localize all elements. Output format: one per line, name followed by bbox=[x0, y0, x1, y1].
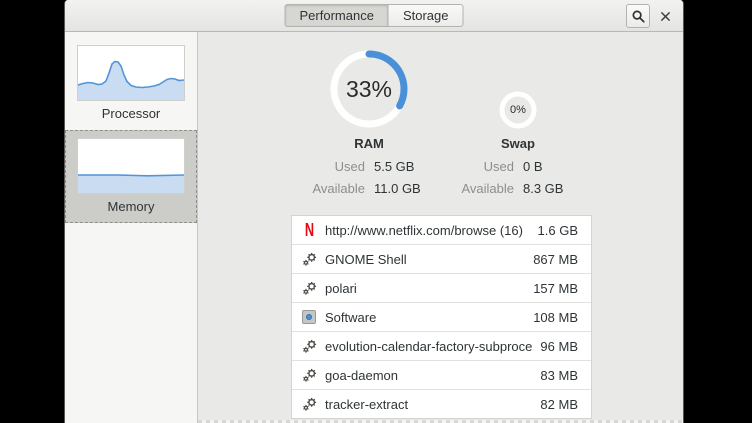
swap-available-label: Available bbox=[461, 178, 514, 200]
ram-available-value: 11.0 GB bbox=[374, 178, 421, 200]
swap-available-value: 8.3 GB bbox=[523, 178, 563, 200]
process-memory: 82 MB bbox=[540, 397, 578, 412]
ram-usage-dial: 33% bbox=[327, 47, 411, 131]
gear-icon bbox=[301, 367, 317, 383]
software-icon bbox=[301, 309, 317, 325]
sidebar-item-label: Memory bbox=[66, 199, 196, 214]
processor-graph-thumbnail bbox=[77, 45, 185, 101]
sidebar-item-memory[interactable]: Memory bbox=[65, 130, 197, 223]
process-name: Software bbox=[325, 310, 525, 325]
headerbar: Performance Storage bbox=[65, 0, 683, 32]
swap-used-value: 0 B bbox=[523, 156, 543, 178]
process-memory: 96 MB bbox=[540, 339, 578, 354]
netflix-icon: N bbox=[301, 222, 317, 238]
sidebar-item-label: Processor bbox=[66, 106, 196, 121]
swap-label: Swap bbox=[458, 136, 578, 151]
memory-performance-view: 33% 0% RAM Swap Used 5.5 GB Available 11… bbox=[198, 32, 683, 423]
swap-used-label: Used bbox=[484, 156, 514, 178]
gear-icon bbox=[301, 338, 317, 354]
table-row[interactable]: tracker-extract 82 MB bbox=[292, 389, 591, 418]
table-row[interactable]: goa-daemon 83 MB bbox=[292, 360, 591, 389]
search-icon bbox=[631, 9, 646, 24]
search-button[interactable] bbox=[626, 4, 650, 28]
process-memory: 1.6 GB bbox=[538, 223, 578, 238]
process-memory: 867 MB bbox=[533, 252, 578, 267]
ram-label: RAM bbox=[309, 136, 429, 151]
usage-app-window: Performance Storage bbox=[64, 0, 684, 423]
close-icon bbox=[660, 11, 671, 22]
table-row[interactable]: GNOME Shell 867 MB bbox=[292, 244, 591, 273]
process-name: evolution-calendar-factory-subprocess … bbox=[325, 339, 532, 354]
table-row[interactable]: evolution-calendar-factory-subprocess … … bbox=[292, 331, 591, 360]
tab-performance[interactable]: Performance bbox=[285, 4, 388, 27]
process-name: http://www.netflix.com/browse (16) bbox=[325, 223, 530, 238]
ram-available-label: Available bbox=[312, 178, 365, 200]
tab-storage[interactable]: Storage bbox=[388, 4, 464, 27]
table-row[interactable]: polari 157 MB bbox=[292, 273, 591, 302]
swap-usage-dial: 0% bbox=[496, 88, 540, 132]
gear-icon bbox=[301, 280, 317, 296]
table-row[interactable]: Software 108 MB bbox=[292, 302, 591, 331]
swap-stats: Used 0 B Available 8.3 GB bbox=[418, 156, 619, 200]
gear-icon bbox=[301, 396, 317, 412]
process-name: GNOME Shell bbox=[325, 252, 525, 267]
sidebar: Processor Memory bbox=[65, 32, 198, 423]
process-memory: 83 MB bbox=[540, 368, 578, 383]
swap-percent: 0% bbox=[496, 88, 540, 132]
view-switcher: Performance Storage bbox=[285, 4, 464, 27]
gear-icon bbox=[301, 251, 317, 267]
process-memory: 157 MB bbox=[533, 281, 578, 296]
sidebar-item-processor[interactable]: Processor bbox=[65, 37, 197, 130]
process-list: N http://www.netflix.com/browse (16) 1.6… bbox=[291, 215, 592, 419]
ram-percent: 33% bbox=[327, 47, 411, 131]
memory-graph-thumbnail bbox=[77, 138, 185, 194]
ram-used-label: Used bbox=[335, 156, 365, 178]
close-button[interactable] bbox=[653, 4, 677, 28]
process-name: polari bbox=[325, 281, 525, 296]
process-memory: 108 MB bbox=[533, 310, 578, 325]
screen: Performance Storage bbox=[0, 0, 752, 423]
process-name: goa-daemon bbox=[325, 368, 532, 383]
ram-used-value: 5.5 GB bbox=[374, 156, 414, 178]
table-row[interactable]: N http://www.netflix.com/browse (16) 1.6… bbox=[292, 216, 591, 244]
process-name: tracker-extract bbox=[325, 397, 532, 412]
